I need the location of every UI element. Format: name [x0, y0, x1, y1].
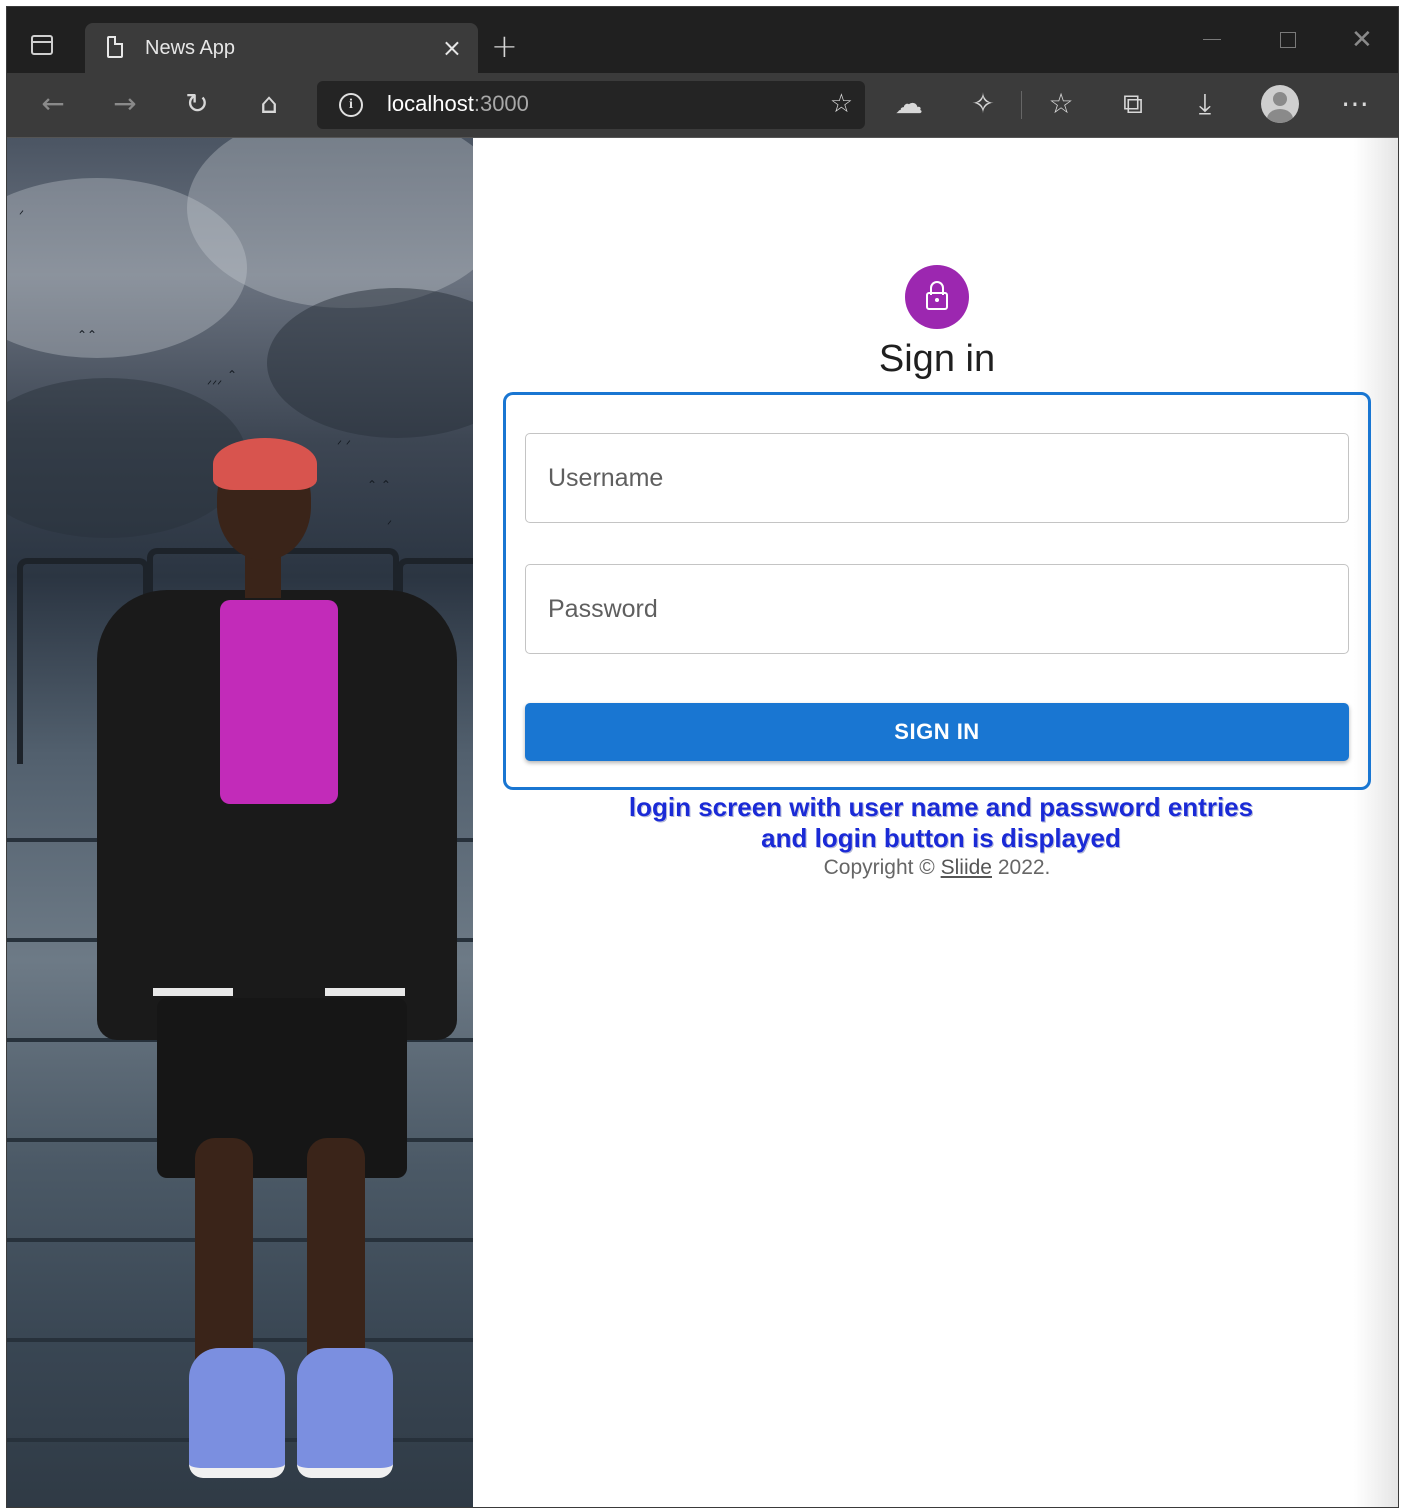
- hero-photo: ᐟ ⌃⌃ ᐟᐟᐟ ⌃ ᐟ ᐟ ⌃ ⌃ ᐟ: [7, 138, 473, 1507]
- copyright-suffix: 2022.: [992, 856, 1051, 879]
- favorites-icon[interactable]: ☆: [1041, 86, 1081, 122]
- username-input[interactable]: [526, 434, 1348, 522]
- tab-title: News App: [145, 37, 236, 59]
- profile-icon[interactable]: [1261, 85, 1299, 123]
- tab-actions-icon[interactable]: [31, 35, 53, 55]
- sign-in-button[interactable]: SIGN IN: [525, 703, 1349, 761]
- browser-toolbar: ← → ↻ ⌂ i localhost:3000 ☆ ☁ ✧ ☆ ⧉ ⤓ ⋯: [7, 73, 1398, 138]
- lock-icon: [905, 265, 969, 329]
- username-field[interactable]: [525, 433, 1349, 523]
- page-icon: [107, 36, 123, 58]
- more-icon[interactable]: ⋯: [1335, 86, 1375, 122]
- browser-window: News App × + ✕ ← → ↻ ⌂ i localhost:3000 …: [6, 6, 1399, 1508]
- close-icon[interactable]: ×: [442, 34, 462, 62]
- copyright-prefix: Copyright ©: [823, 856, 941, 879]
- tab-news-app[interactable]: News App ×: [85, 23, 478, 75]
- collections-icon[interactable]: ⧉: [1113, 86, 1153, 122]
- extensions-icon[interactable]: ✧: [963, 86, 1003, 122]
- page-title: Sign in: [878, 338, 996, 380]
- cloud-icon[interactable]: ☁: [889, 86, 929, 122]
- info-icon[interactable]: i: [339, 93, 363, 117]
- annotation-line-2: and login button is displayed: [761, 823, 1121, 853]
- back-icon[interactable]: ←: [33, 86, 73, 122]
- refresh-icon[interactable]: ↻: [177, 86, 217, 122]
- minimize-icon[interactable]: [1203, 39, 1221, 40]
- forward-icon[interactable]: →: [105, 86, 145, 122]
- url-port: :3000: [473, 91, 529, 116]
- password-field[interactable]: [525, 564, 1349, 654]
- window-close-icon[interactable]: ✕: [1351, 25, 1373, 55]
- url-text[interactable]: localhost:3000: [387, 91, 529, 117]
- add-favorite-icon[interactable]: ☆: [830, 89, 853, 119]
- plus-icon[interactable]: +: [491, 27, 518, 65]
- url-host: localhost: [387, 91, 474, 116]
- toolbar-separator: [1021, 91, 1022, 119]
- page-content: ᐟ ⌃⌃ ᐟᐟᐟ ⌃ ᐟ ᐟ ⌃ ⌃ ᐟ Sign in Username SI…: [7, 138, 1398, 1507]
- download-icon[interactable]: ⤓: [1185, 86, 1225, 122]
- copyright: Copyright © Sliide 2022.: [707, 856, 1167, 880]
- home-icon[interactable]: ⌂: [249, 86, 289, 122]
- copyright-link[interactable]: Sliide: [941, 856, 992, 879]
- address-bar[interactable]: i localhost:3000 ☆: [317, 81, 865, 129]
- annotation-caption: login screen with user name and password…: [503, 792, 1379, 854]
- annotation-line-1: login screen with user name and password…: [628, 792, 1254, 822]
- password-input[interactable]: [526, 565, 1348, 653]
- maximize-icon[interactable]: [1280, 32, 1296, 48]
- tab-strip: News App × + ✕: [7, 7, 1398, 75]
